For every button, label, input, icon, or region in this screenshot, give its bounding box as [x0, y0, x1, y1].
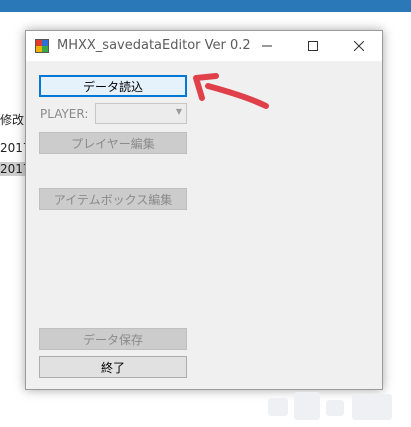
chevron-down-icon: ▼ [175, 107, 182, 116]
background-window-titlebar [0, 0, 411, 12]
edit-player-button[interactable]: プレイヤー編集 [39, 132, 187, 154]
player-label: PLAYER: [40, 107, 89, 121]
player-select[interactable]: ▼ [95, 103, 187, 124]
minimize-icon [262, 45, 272, 47]
close-icon [354, 41, 364, 51]
edit-item-box-button[interactable]: アイテムボックス編集 [39, 188, 187, 210]
window-title: MHXX_savedataEditor Ver 0.2 [57, 38, 251, 53]
maximize-button[interactable] [290, 31, 336, 61]
minimize-button[interactable] [244, 31, 290, 61]
maximize-icon [308, 41, 318, 51]
exit-button[interactable]: 終了 [39, 356, 187, 378]
annotation-arrow-icon [193, 73, 269, 109]
title-bar[interactable]: MHXX_savedataEditor Ver 0.2 [26, 31, 382, 61]
close-button[interactable] [336, 31, 382, 61]
load-data-button[interactable]: データ読込 [39, 75, 187, 97]
app-icon [35, 39, 49, 53]
watermark-logo [268, 392, 392, 420]
save-data-button[interactable]: データ保存 [39, 328, 187, 350]
